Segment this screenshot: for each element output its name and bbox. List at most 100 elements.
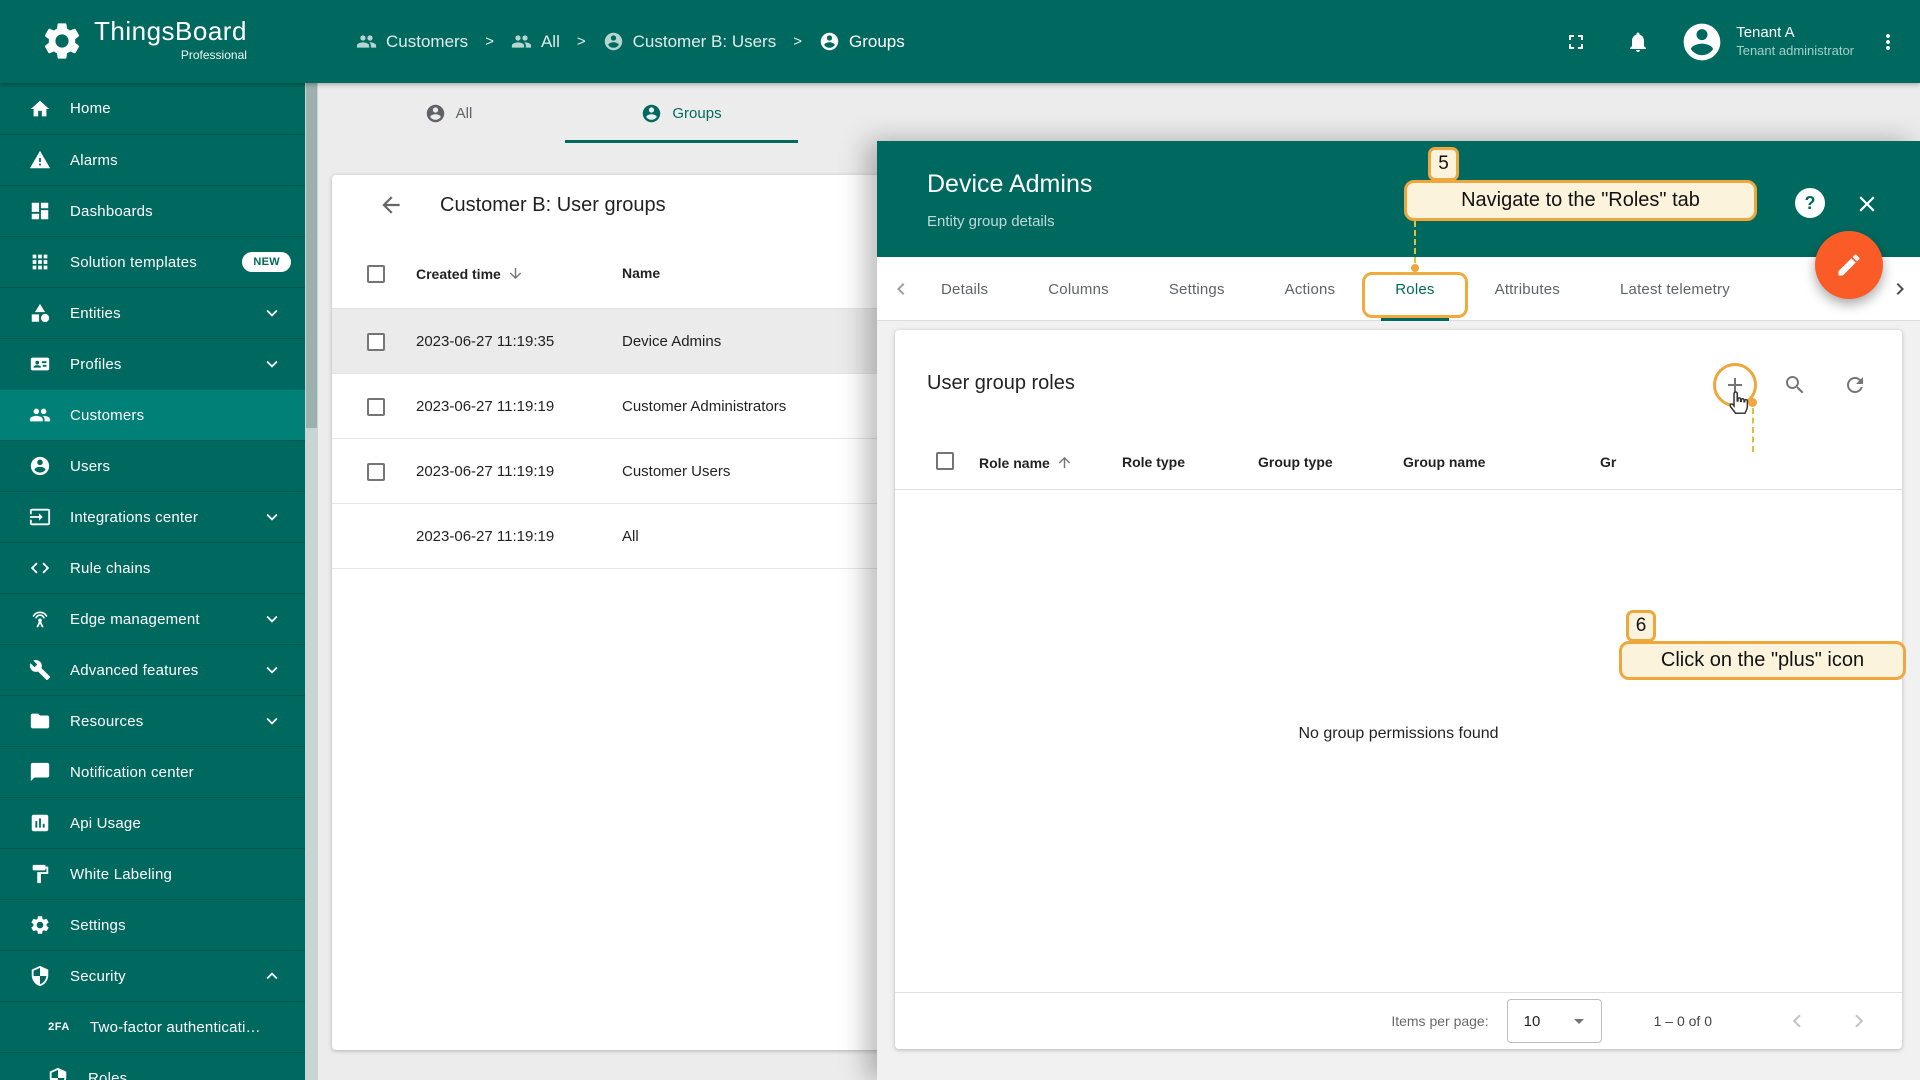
tab-details[interactable]: Details bbox=[941, 257, 988, 321]
breadcrumb-label: Customer B: Users bbox=[633, 32, 777, 52]
page-size-select[interactable]: 10 bbox=[1507, 999, 1602, 1043]
column-group-owner-truncated[interactable]: Gr bbox=[1600, 454, 1616, 470]
sidebar-item-profiles[interactable]: Profiles bbox=[0, 338, 305, 389]
row-checkbox[interactable] bbox=[367, 463, 385, 481]
fullscreen-button[interactable] bbox=[1556, 22, 1596, 62]
breadcrumb-customer-b-users[interactable]: Customer B: Users bbox=[603, 31, 777, 52]
tab-label: All bbox=[456, 105, 473, 122]
table-row[interactable]: 2023-06-27 11:19:19 Customer Administrat… bbox=[332, 374, 892, 439]
app-logo: ThingsBoard Professional bbox=[40, 16, 247, 63]
chevron-up-icon bbox=[261, 965, 283, 987]
sidebar-item-users[interactable]: Users bbox=[0, 440, 305, 491]
roles-table-header-row: Role name Role type Group type Group nam… bbox=[895, 435, 1902, 490]
edit-fab-button[interactable] bbox=[1815, 231, 1883, 299]
tab-columns[interactable]: Columns bbox=[1048, 257, 1109, 321]
sidebar-item-label: Users bbox=[70, 458, 110, 475]
tabs-scroll-right-button[interactable] bbox=[1888, 277, 1912, 301]
select-all-checkbox[interactable] bbox=[367, 265, 385, 283]
dots-vertical-icon bbox=[1876, 30, 1900, 54]
sidebar-item-label: Alarms bbox=[70, 152, 118, 169]
sidebar-item-alarms[interactable]: Alarms bbox=[0, 134, 305, 185]
breadcrumb-groups[interactable]: Groups bbox=[819, 31, 905, 52]
search-button[interactable] bbox=[1775, 365, 1815, 405]
tab-groups[interactable]: Groups bbox=[565, 83, 798, 143]
sidebar-item-dashboards[interactable]: Dashboards bbox=[0, 185, 305, 236]
tab-all[interactable]: All bbox=[332, 83, 565, 143]
breadcrumb-customers[interactable]: Customers bbox=[356, 31, 468, 52]
sidebar-item-solution-templates[interactable]: Solution templatesNEW bbox=[0, 236, 305, 287]
sidebar-item-white-labeling[interactable]: White Labeling bbox=[0, 848, 305, 899]
sidebar-item-edge-management[interactable]: Edge management bbox=[0, 593, 305, 644]
breadcrumb-separator: > bbox=[793, 33, 802, 50]
column-role-name[interactable]: Role name bbox=[979, 454, 1073, 471]
next-page-button[interactable] bbox=[1846, 1008, 1872, 1034]
previous-page-button[interactable] bbox=[1784, 1008, 1810, 1034]
sidebar-item-label: Two-factor authenticati… bbox=[90, 1019, 261, 1036]
breadcrumb-all[interactable]: All bbox=[511, 31, 560, 52]
sidebar-item-label: Dashboards bbox=[70, 203, 153, 220]
sidebar-item-entities[interactable]: Entities bbox=[0, 287, 305, 338]
bar-chart-icon bbox=[28, 811, 52, 835]
sidebar-item-roles[interactable]: Roles bbox=[0, 1052, 305, 1080]
column-group-type[interactable]: Group type bbox=[1258, 454, 1333, 470]
sidebar-item-security[interactable]: Security bbox=[0, 950, 305, 1001]
tab-latest-telemetry[interactable]: Latest telemetry bbox=[1620, 257, 1730, 321]
back-arrow-button[interactable] bbox=[378, 192, 404, 218]
more-menu-button[interactable] bbox=[1868, 22, 1908, 62]
row-checkbox[interactable] bbox=[367, 398, 385, 416]
tab-attributes[interactable]: Attributes bbox=[1495, 257, 1560, 321]
row-checkbox[interactable] bbox=[367, 333, 385, 351]
paint-icon bbox=[28, 862, 52, 886]
sidebar-item-label: White Labeling bbox=[70, 866, 172, 883]
sidebar-item-label: Api Usage bbox=[70, 815, 141, 832]
column-created-time[interactable]: Created time bbox=[416, 265, 524, 282]
help-button[interactable]: ? bbox=[1795, 188, 1825, 218]
column-group-name[interactable]: Group name bbox=[1403, 454, 1485, 470]
table-row[interactable]: 2023-06-27 11:19:35 Device Admins bbox=[332, 309, 892, 374]
table-row[interactable]: 2023-06-27 11:19:19 All bbox=[332, 504, 892, 569]
page-range-label: 1 – 0 of 0 bbox=[1654, 1013, 1712, 1029]
tab-roles[interactable]: Roles bbox=[1395, 257, 1434, 321]
refresh-icon bbox=[1843, 373, 1867, 397]
tab-actions[interactable]: Actions bbox=[1285, 257, 1336, 321]
antenna-icon bbox=[28, 607, 52, 631]
column-role-type[interactable]: Role type bbox=[1122, 454, 1185, 470]
created-time-cell: 2023-06-27 11:19:35 bbox=[416, 333, 554, 350]
chevron-down-icon bbox=[261, 659, 283, 681]
page-size-value: 10 bbox=[1524, 1013, 1541, 1030]
table-row[interactable]: 2023-06-27 11:19:19 Customer Users bbox=[332, 439, 892, 504]
table-header-row: Created time Name bbox=[332, 235, 892, 309]
tab-settings[interactable]: Settings bbox=[1169, 257, 1225, 321]
sidebar-item-notification-center[interactable]: Notification center bbox=[0, 746, 305, 797]
sidebar-item-advanced-features[interactable]: Advanced features bbox=[0, 644, 305, 695]
sidebar-item-integrations-center[interactable]: Integrations center bbox=[0, 491, 305, 542]
avatar[interactable] bbox=[1680, 20, 1724, 64]
input-icon bbox=[28, 505, 52, 529]
select-all-checkbox[interactable] bbox=[936, 452, 954, 470]
help-icon: ? bbox=[1805, 193, 1816, 214]
section-title: User group roles bbox=[927, 372, 1075, 395]
sidebar-item-settings[interactable]: Settings bbox=[0, 899, 305, 950]
sidebar-item-rule-chains[interactable]: Rule chains bbox=[0, 542, 305, 593]
sidebar-scrollbar[interactable] bbox=[305, 83, 318, 1080]
sidebar-item-label: Rule chains bbox=[70, 560, 151, 577]
scrollbar-thumb[interactable] bbox=[306, 83, 317, 428]
sidebar-item-resources[interactable]: Resources bbox=[0, 695, 305, 746]
panel-header: Device Admins Entity group details ? bbox=[877, 141, 1920, 257]
details-tab-bar: Details Columns Settings Actions Roles A… bbox=[877, 257, 1920, 321]
gear-icon bbox=[28, 913, 52, 937]
close-button[interactable] bbox=[1854, 191, 1880, 217]
tabs-scroll-left-button[interactable] bbox=[889, 277, 913, 301]
thingsboard-logo-icon bbox=[40, 19, 84, 63]
annotation-step-number-6: 6 bbox=[1626, 610, 1656, 642]
sidebar-item-api-usage[interactable]: Api Usage bbox=[0, 797, 305, 848]
column-name[interactable]: Name bbox=[622, 265, 660, 281]
account-circle-icon bbox=[425, 103, 446, 124]
sidebar-item-two-factor-authentication[interactable]: 2FATwo-factor authenticati… bbox=[0, 1001, 305, 1052]
message-icon bbox=[28, 760, 52, 784]
sidebar-item-home[interactable]: Home bbox=[0, 83, 305, 134]
sidebar-item-customers[interactable]: Customers bbox=[0, 389, 305, 440]
notifications-button[interactable] bbox=[1618, 22, 1658, 62]
add-role-button[interactable] bbox=[1715, 365, 1755, 405]
refresh-button[interactable] bbox=[1835, 365, 1875, 405]
